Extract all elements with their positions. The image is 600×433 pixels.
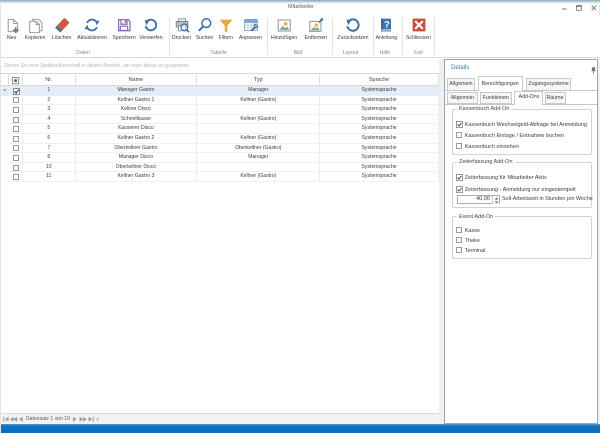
svg-text:?: ?: [384, 20, 390, 31]
